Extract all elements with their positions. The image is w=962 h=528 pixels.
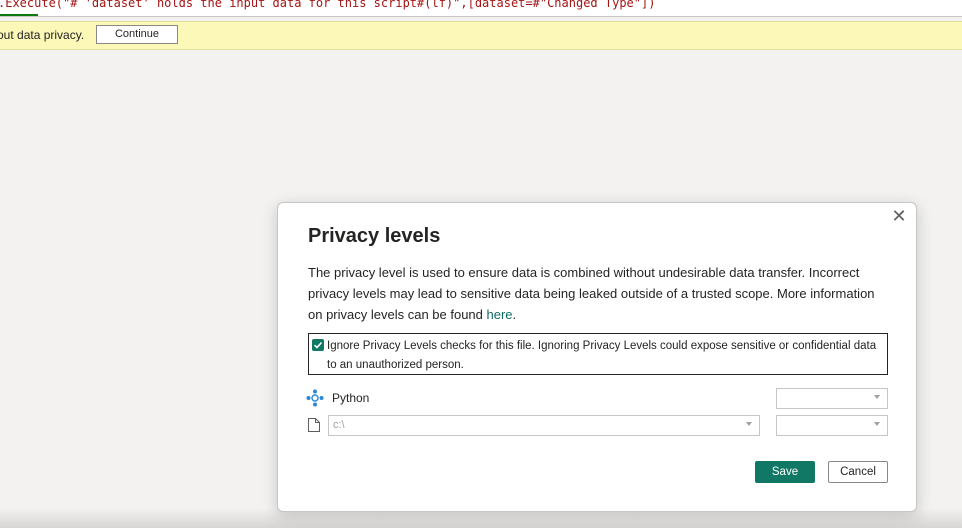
python-source-label: Python — [332, 391, 370, 405]
chevron-down-icon — [746, 422, 752, 426]
file-privacy-level-select[interactable] — [776, 415, 888, 436]
checkmark-icon — [313, 341, 323, 349]
dialog-title: Privacy levels — [308, 225, 441, 247]
chevron-down-icon — [874, 395, 880, 399]
privacy-help-link[interactable]: here — [487, 307, 513, 322]
dialog-description: The privacy level is used to ensure data… — [308, 262, 888, 325]
ignore-privacy-checkbox[interactable] — [312, 339, 324, 351]
description-end: . — [512, 307, 517, 322]
file-path-value: c:\ — [333, 419, 345, 431]
formula-bar[interactable]: .Execute("# 'dataset' holds the input da… — [0, 0, 962, 17]
warning-message: out data privacy. — [0, 28, 85, 42]
close-icon[interactable]: ✕ — [891, 207, 907, 225]
description-text: The privacy level is used to ensure data… — [308, 265, 875, 322]
privacy-levels-dialog: ✕ Privacy levels The privacy level is us… — [277, 202, 917, 512]
ignore-privacy-label: Ignore Privacy Levels checks for this fi… — [327, 340, 877, 371]
source-row-python: Python — [306, 387, 888, 409]
ignore-privacy-option[interactable]: Ignore Privacy Levels checks for this fi… — [308, 333, 888, 375]
formula-text[interactable]: .Execute("# 'dataset' holds the input da… — [0, 0, 655, 11]
source-row-file: c:\ — [306, 414, 888, 436]
file-icon — [308, 418, 320, 432]
formula-error-underline — [0, 14, 38, 16]
save-button[interactable]: Save — [755, 461, 815, 483]
file-path-select[interactable]: c:\ — [328, 415, 760, 436]
python-privacy-level-select[interactable] — [776, 388, 888, 409]
continue-button[interactable]: Continue — [96, 25, 178, 44]
privacy-warning-bar: out data privacy. Continue — [0, 21, 962, 50]
chevron-down-icon — [874, 422, 880, 426]
cancel-button[interactable]: Cancel — [828, 461, 888, 483]
python-icon — [306, 389, 324, 407]
